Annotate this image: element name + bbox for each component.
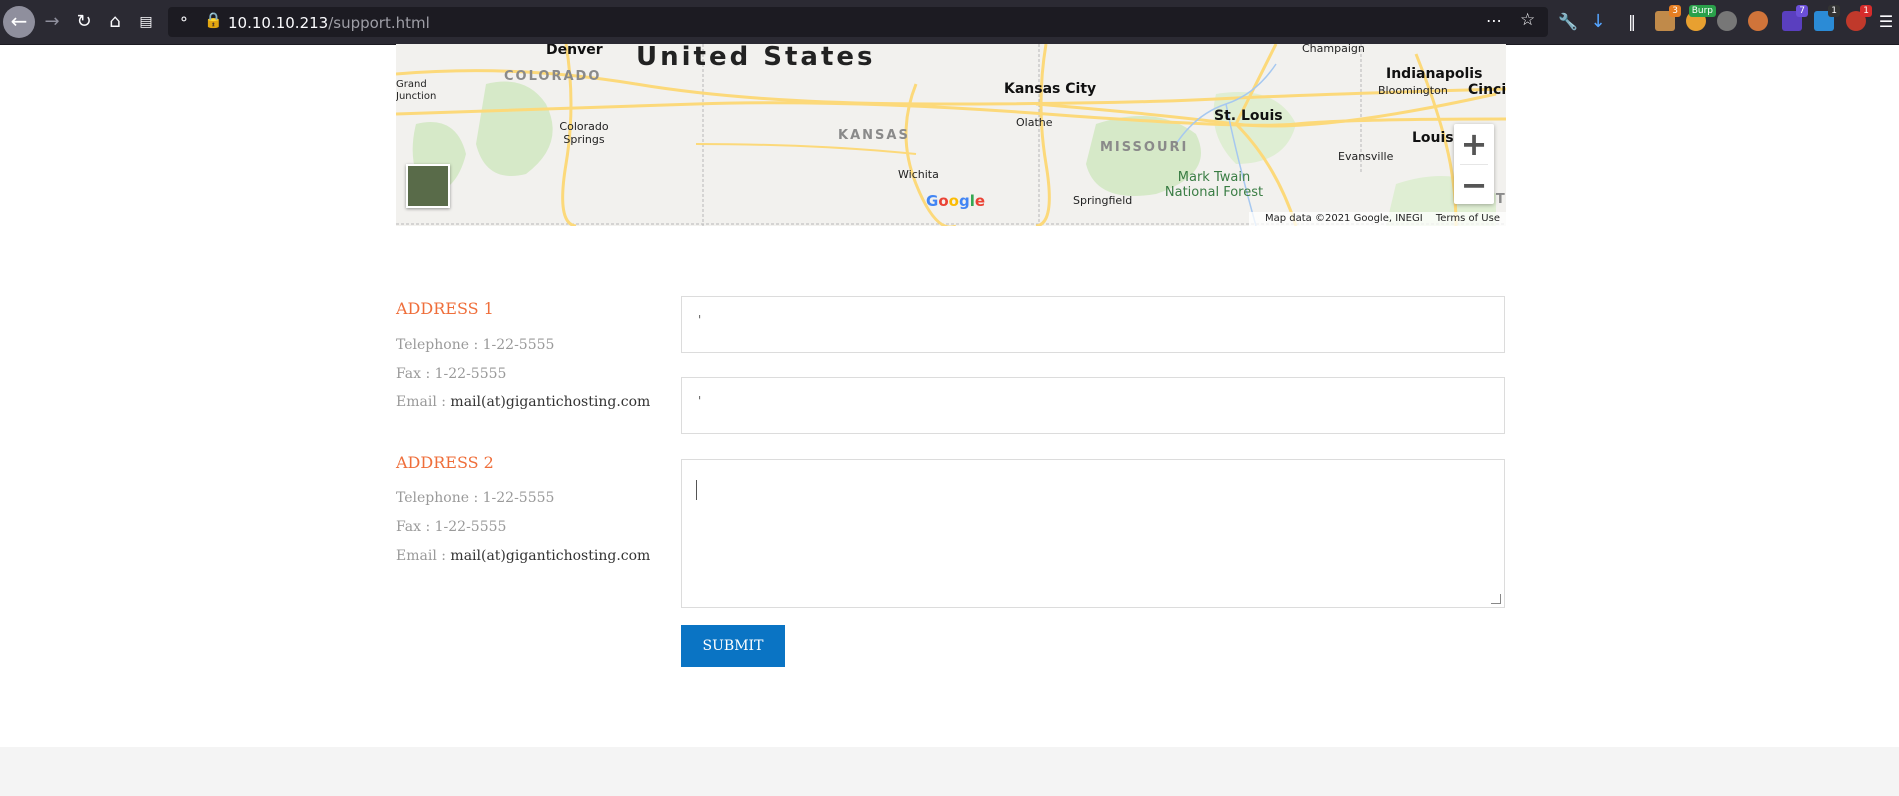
address-1-fax: Fax : 1-22-5555 — [396, 366, 507, 382]
map-city-cincinnati: Cincinnati — [1468, 82, 1506, 98]
text-caret — [696, 480, 697, 500]
burp-extension-icon[interactable]: Burp — [1686, 5, 1716, 31]
map-terms-link[interactable]: Terms of Use — [1436, 213, 1500, 224]
map-satellite-toggle[interactable] — [406, 164, 450, 208]
address-2-email[interactable]: mail(at)gigantichosting.com — [450, 548, 650, 564]
zoom-out-button[interactable]: − — [1454, 165, 1494, 205]
google-logo: Google — [926, 192, 986, 210]
browser-toolbar: ← → ↻ ⌂ ▤ ⚬ 🔒 10.10.10.213/support.html … — [0, 0, 1899, 45]
map-city-kansas-city: Kansas City — [1004, 81, 1097, 97]
submit-button[interactable]: SUBMIT — [681, 625, 785, 667]
url-host: 10.10.10.213 — [228, 14, 329, 32]
message-textarea[interactable] — [681, 459, 1505, 608]
extension-icon-3[interactable] — [1717, 11, 1737, 31]
address-1-telephone: Telephone : 1-22-5555 — [396, 337, 555, 353]
address-2-fax: Fax : 1-22-5555 — [396, 519, 507, 535]
map-city-colorado-springs: Colorado Springs — [559, 120, 609, 146]
address-1-email[interactable]: mail(at)gigantichosting.com — [450, 394, 650, 410]
url-path: /support.html — [328, 14, 430, 32]
map-city-indianapolis: Indianapolis — [1386, 66, 1483, 82]
map-city-grand-junction: Grand Junction — [396, 79, 437, 102]
textarea-resize-handle[interactable] — [1491, 594, 1501, 604]
contact-field-1-value: ' — [698, 313, 702, 327]
map-attribution-bar: Map data ©2021 Google, INEGI Terms of Us… — [1248, 212, 1506, 226]
map-city-st-louis: St. Louis — [1214, 108, 1283, 124]
map-state-missouri: MISSOURI — [1100, 140, 1189, 155]
address-2-telephone: Telephone : 1-22-5555 — [396, 490, 555, 506]
map-state-kansas: KANSAS — [838, 128, 910, 143]
contact-field-2[interactable]: ' — [681, 377, 1505, 434]
cookie-extension-icon[interactable] — [1748, 11, 1768, 31]
zoom-in-button[interactable]: + — [1454, 124, 1494, 164]
wrench-icon[interactable]: 🔧 — [1554, 8, 1582, 36]
map-state-colorado: COLORADO — [504, 69, 602, 84]
address-1-heading: ADDRESS 1 — [396, 299, 494, 318]
url-text[interactable]: 10.10.10.213/support.html — [228, 14, 430, 32]
shield-icon[interactable]: ⚬ — [178, 12, 190, 28]
map-city-evansville: Evansville — [1338, 150, 1394, 163]
back-button[interactable]: ← — [3, 6, 35, 38]
insecure-lock-icon[interactable]: 🔒 — [204, 11, 223, 29]
address-2-heading: ADDRESS 2 — [396, 453, 494, 472]
extension-icon-5[interactable]: 7 — [1782, 5, 1808, 31]
home-button[interactable]: ⌂ — [101, 8, 129, 36]
address-2-email-line: Email : mail(at)gigantichosting.com — [396, 548, 650, 564]
reload-button[interactable]: ↻ — [70, 8, 98, 36]
google-map[interactable]: United States COLORADO KANSAS MISSOURI K… — [396, 44, 1506, 226]
map-country-label: United States — [636, 44, 876, 72]
map-city-denver: Denver — [546, 44, 603, 58]
map-city-champaign: Champaign — [1302, 44, 1365, 55]
extension-icon-7[interactable]: 1 — [1846, 5, 1872, 31]
bookmark-star-icon[interactable]: ☆ — [1520, 10, 1535, 30]
address-1-email-label: Email : — [396, 394, 451, 410]
menu-icon[interactable]: ☰ — [1872, 8, 1899, 36]
address-2-email-label: Email : — [396, 548, 451, 564]
map-city-olathe: Olathe — [1016, 116, 1053, 129]
contact-field-1[interactable]: ' — [681, 296, 1505, 353]
url-bar[interactable]: ⚬ 🔒 10.10.10.213/support.html ⋯ ☆ — [168, 7, 1548, 37]
page-footer — [0, 747, 1899, 796]
page-actions-icon[interactable]: ⋯ — [1486, 11, 1502, 30]
map-zoom-controls: + − — [1454, 124, 1494, 204]
map-attribution: Map data ©2021 Google, INEGI — [1264, 213, 1423, 224]
map-city-bloomington: Bloomington — [1378, 84, 1448, 97]
extension-icon-1[interactable]: 3 — [1655, 5, 1681, 31]
map-city-wichita: Wichita — [898, 168, 939, 181]
library-icon[interactable]: ‖ — [1618, 8, 1646, 36]
map-park-label: Mark Twain National Forest — [1164, 170, 1264, 200]
reader-view-icon[interactable]: ▤ — [132, 8, 160, 36]
map-city-springfield: Springfield — [1073, 194, 1133, 207]
download-icon[interactable]: ↓ — [1584, 8, 1612, 36]
extension-icon-6[interactable]: 1 — [1814, 5, 1840, 31]
contact-field-2-value: ' — [698, 394, 702, 408]
address-1-email-line: Email : mail(at)gigantichosting.com — [396, 394, 650, 410]
forward-button[interactable]: → — [38, 8, 66, 36]
